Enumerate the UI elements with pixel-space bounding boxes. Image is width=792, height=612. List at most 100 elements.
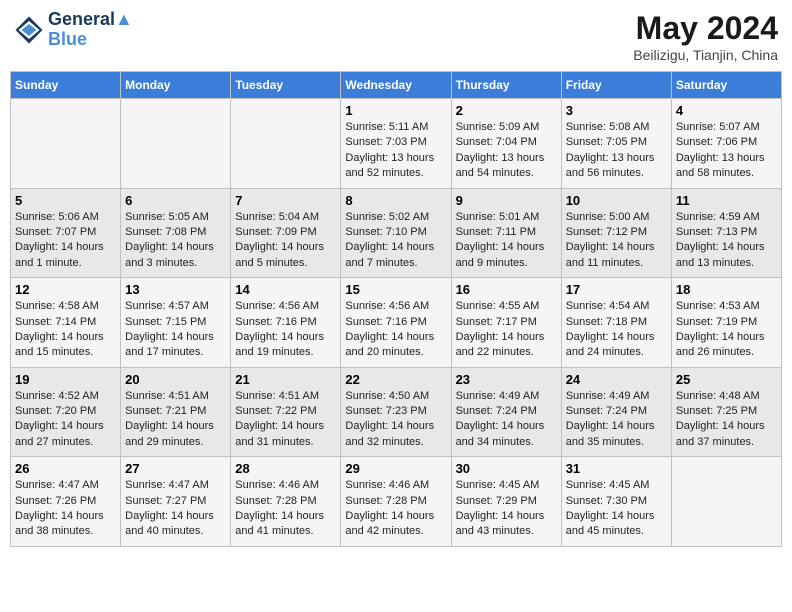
day-number: 6 bbox=[125, 193, 226, 208]
day-number: 20 bbox=[125, 372, 226, 387]
calendar-cell bbox=[11, 99, 121, 189]
cell-info: Sunrise: 4:54 AMSunset: 7:18 PMDaylight:… bbox=[566, 299, 667, 361]
calendar-cell: 15Sunrise: 4:56 AMSunset: 7:16 PMDayligh… bbox=[341, 278, 451, 368]
cell-info: Sunrise: 4:56 AMSunset: 7:16 PMDaylight:… bbox=[345, 299, 446, 361]
calendar-cell: 6 Sunrise: 5:05 AMSunset: 7:08 PMDaylight… bbox=[121, 188, 231, 278]
calendar-cell: 9Sunrise: 5:01 AMSunset: 7:11 PMDaylight… bbox=[451, 188, 561, 278]
calendar-cell bbox=[671, 457, 781, 547]
calendar-cell: 11 Sunrise: 4:59 AMSunset: 7:13 PMDayligh… bbox=[671, 188, 781, 278]
weekday-header-monday: Monday bbox=[121, 72, 231, 99]
calendar-cell: 2 Sunrise: 5:09 AMSunset: 7:04 PMDaylight… bbox=[451, 99, 561, 189]
cell-info: Sunrise: 4:48 AMSunset: 7:25 PMDaylight:… bbox=[676, 389, 777, 451]
cell-info: Sunrise: 5:04 AMSunset: 7:09 PMDaylight:… bbox=[235, 210, 336, 272]
cell-info: Sunrise: 4:58 AMSunset: 7:14 PMDaylight:… bbox=[15, 299, 116, 361]
day-number: 5 bbox=[15, 193, 116, 208]
calendar-week-2: 5 Sunrise: 5:06 AMSunset: 7:07 PMDaylight… bbox=[11, 188, 782, 278]
calendar-cell: 20Sunrise: 4:51 AMSunset: 7:21 PMDayligh… bbox=[121, 367, 231, 457]
calendar-cell: 31 Sunrise: 4:45 AMSunset: 7:30 PMDayligh… bbox=[561, 457, 671, 547]
cell-info: Sunrise: 4:59 AMSunset: 7:13 PMDaylight:… bbox=[676, 210, 777, 272]
calendar-cell: 5 Sunrise: 5:06 AMSunset: 7:07 PMDaylight… bbox=[11, 188, 121, 278]
cell-info: Sunrise: 4:53 AMSunset: 7:19 PMDaylight:… bbox=[676, 299, 777, 361]
day-number: 31 bbox=[566, 461, 667, 476]
logo-text: General▲ Blue bbox=[48, 10, 133, 50]
cell-info: Sunrise: 4:55 AMSunset: 7:17 PMDaylight:… bbox=[456, 299, 557, 361]
calendar-cell: 12Sunrise: 4:58 AMSunset: 7:14 PMDayligh… bbox=[11, 278, 121, 368]
calendar-cell: 25 Sunrise: 4:48 AMSunset: 7:25 PMDayligh… bbox=[671, 367, 781, 457]
logo: General▲ Blue bbox=[14, 10, 133, 50]
cell-info: Sunrise: 4:49 AMSunset: 7:24 PMDaylight:… bbox=[566, 389, 667, 451]
day-number: 4 bbox=[676, 103, 777, 118]
cell-info: Sunrise: 4:52 AMSunset: 7:20 PMDaylight:… bbox=[15, 389, 116, 451]
calendar-cell: 13 Sunrise: 4:57 AMSunset: 7:15 PMDayligh… bbox=[121, 278, 231, 368]
weekday-header-row: SundayMondayTuesdayWednesdayThursdayFrid… bbox=[11, 72, 782, 99]
day-number: 24 bbox=[566, 372, 667, 387]
calendar-week-1: 1Sunrise: 5:11 AMSunset: 7:03 PMDaylight… bbox=[11, 99, 782, 189]
day-number: 11 bbox=[676, 193, 777, 208]
calendar-cell: 29Sunrise: 4:46 AMSunset: 7:28 PMDayligh… bbox=[341, 457, 451, 547]
day-number: 18 bbox=[676, 282, 777, 297]
day-number: 13 bbox=[125, 282, 226, 297]
cell-info: Sunrise: 5:00 AMSunset: 7:12 PMDaylight:… bbox=[566, 210, 667, 272]
day-number: 8 bbox=[345, 193, 446, 208]
day-number: 23 bbox=[456, 372, 557, 387]
page-header: General▲ Blue May 2024 Beilizigu, Tianji… bbox=[10, 10, 782, 63]
day-number: 3 bbox=[566, 103, 667, 118]
day-number: 19 bbox=[15, 372, 116, 387]
logo-icon bbox=[14, 15, 44, 45]
cell-info: Sunrise: 5:06 AMSunset: 7:07 PMDaylight:… bbox=[15, 210, 116, 272]
calendar-cell: 10Sunrise: 5:00 AMSunset: 7:12 PMDayligh… bbox=[561, 188, 671, 278]
day-number: 2 bbox=[456, 103, 557, 118]
cell-info: Sunrise: 4:50 AMSunset: 7:23 PMDaylight:… bbox=[345, 389, 446, 451]
calendar-table: SundayMondayTuesdayWednesdayThursdayFrid… bbox=[10, 71, 782, 547]
day-number: 17 bbox=[566, 282, 667, 297]
location-subtitle: Beilizigu, Tianjin, China bbox=[633, 47, 778, 63]
day-number: 21 bbox=[235, 372, 336, 387]
calendar-cell bbox=[121, 99, 231, 189]
cell-info: Sunrise: 5:11 AMSunset: 7:03 PMDaylight:… bbox=[345, 120, 446, 182]
weekday-header-thursday: Thursday bbox=[451, 72, 561, 99]
day-number: 16 bbox=[456, 282, 557, 297]
weekday-header-saturday: Saturday bbox=[671, 72, 781, 99]
weekday-header-tuesday: Tuesday bbox=[231, 72, 341, 99]
title-block: May 2024 Beilizigu, Tianjin, China bbox=[633, 10, 778, 63]
cell-info: Sunrise: 5:08 AMSunset: 7:05 PMDaylight:… bbox=[566, 120, 667, 182]
cell-info: Sunrise: 4:47 AMSunset: 7:27 PMDaylight:… bbox=[125, 478, 226, 540]
calendar-cell: 17 Sunrise: 4:54 AMSunset: 7:18 PMDayligh… bbox=[561, 278, 671, 368]
calendar-week-4: 19 Sunrise: 4:52 AMSunset: 7:20 PMDayligh… bbox=[11, 367, 782, 457]
calendar-cell: 7 Sunrise: 5:04 AMSunset: 7:09 PMDaylight… bbox=[231, 188, 341, 278]
calendar-cell: 3 Sunrise: 5:08 AMSunset: 7:05 PMDaylight… bbox=[561, 99, 671, 189]
calendar-cell: 1Sunrise: 5:11 AMSunset: 7:03 PMDaylight… bbox=[341, 99, 451, 189]
cell-info: Sunrise: 4:51 AMSunset: 7:22 PMDaylight:… bbox=[235, 389, 336, 451]
month-title: May 2024 bbox=[633, 10, 778, 47]
day-number: 7 bbox=[235, 193, 336, 208]
cell-info: Sunrise: 4:57 AMSunset: 7:15 PMDaylight:… bbox=[125, 299, 226, 361]
cell-info: Sunrise: 5:05 AMSunset: 7:08 PMDaylight:… bbox=[125, 210, 226, 272]
calendar-cell: 18 Sunrise: 4:53 AMSunset: 7:19 PMDayligh… bbox=[671, 278, 781, 368]
weekday-header-sunday: Sunday bbox=[11, 72, 121, 99]
calendar-week-5: 26 Sunrise: 4:47 AMSunset: 7:26 PMDayligh… bbox=[11, 457, 782, 547]
calendar-cell: 14 Sunrise: 4:56 AMSunset: 7:16 PMDayligh… bbox=[231, 278, 341, 368]
cell-info: Sunrise: 4:45 AMSunset: 7:30 PMDaylight:… bbox=[566, 478, 667, 540]
day-number: 22 bbox=[345, 372, 446, 387]
cell-info: Sunrise: 4:56 AMSunset: 7:16 PMDaylight:… bbox=[235, 299, 336, 361]
calendar-cell: 28Sunrise: 4:46 AMSunset: 7:28 PMDayligh… bbox=[231, 457, 341, 547]
cell-info: Sunrise: 5:09 AMSunset: 7:04 PMDaylight:… bbox=[456, 120, 557, 182]
weekday-header-friday: Friday bbox=[561, 72, 671, 99]
cell-info: Sunrise: 5:02 AMSunset: 7:10 PMDaylight:… bbox=[345, 210, 446, 272]
calendar-cell: 27Sunrise: 4:47 AMSunset: 7:27 PMDayligh… bbox=[121, 457, 231, 547]
day-number: 26 bbox=[15, 461, 116, 476]
day-number: 14 bbox=[235, 282, 336, 297]
cell-info: Sunrise: 4:47 AMSunset: 7:26 PMDaylight:… bbox=[15, 478, 116, 540]
weekday-header-wednesday: Wednesday bbox=[341, 72, 451, 99]
cell-info: Sunrise: 4:45 AMSunset: 7:29 PMDaylight:… bbox=[456, 478, 557, 540]
calendar-cell: 19 Sunrise: 4:52 AMSunset: 7:20 PMDayligh… bbox=[11, 367, 121, 457]
day-number: 29 bbox=[345, 461, 446, 476]
day-number: 28 bbox=[235, 461, 336, 476]
calendar-week-3: 12Sunrise: 4:58 AMSunset: 7:14 PMDayligh… bbox=[11, 278, 782, 368]
calendar-cell: 21 Sunrise: 4:51 AMSunset: 7:22 PMDayligh… bbox=[231, 367, 341, 457]
cell-info: Sunrise: 4:49 AMSunset: 7:24 PMDaylight:… bbox=[456, 389, 557, 451]
calendar-cell bbox=[231, 99, 341, 189]
calendar-cell: 26 Sunrise: 4:47 AMSunset: 7:26 PMDayligh… bbox=[11, 457, 121, 547]
calendar-cell: 24 Sunrise: 4:49 AMSunset: 7:24 PMDayligh… bbox=[561, 367, 671, 457]
day-number: 25 bbox=[676, 372, 777, 387]
